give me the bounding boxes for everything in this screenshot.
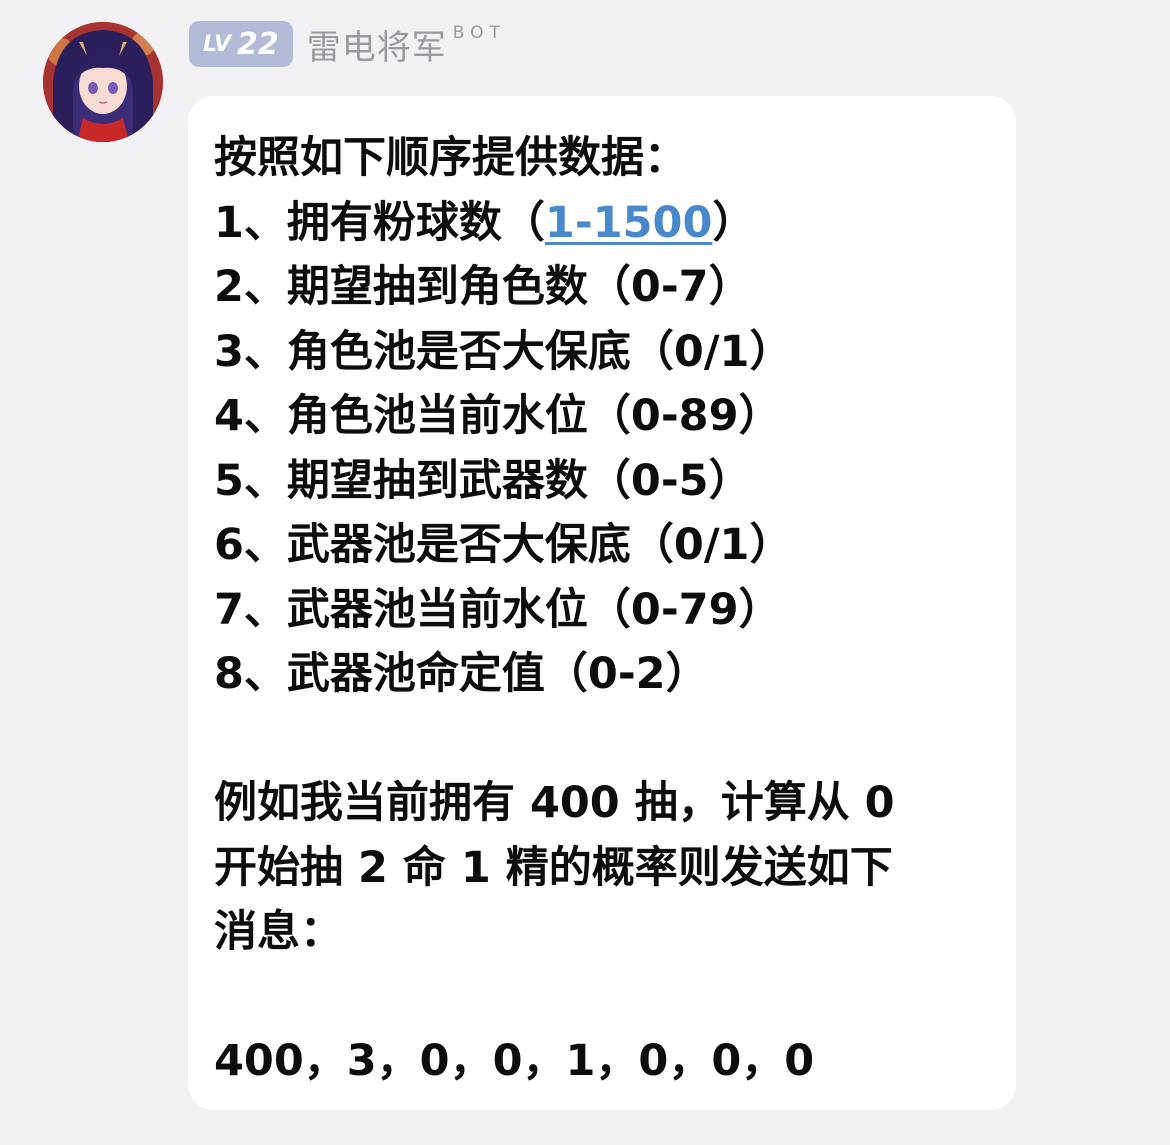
- level-badge: LV 22: [189, 21, 293, 67]
- item1-suffix: ）: [712, 197, 756, 248]
- list-item: 5、期望抽到武器数（0-5）: [214, 455, 752, 506]
- list-item: 7、武器池当前水位（0-79）: [214, 584, 782, 635]
- level-number: 22: [237, 26, 279, 62]
- list-item: 2、期望抽到角色数（0-7）: [214, 262, 752, 312]
- anime-character-avatar-icon: [43, 22, 163, 142]
- example-text-line: 消息：: [214, 907, 343, 957]
- list-item: 6、武器池是否大保底（0/1）: [214, 520, 793, 570]
- list-item: 1、拥有粉球数（1-1500）: [214, 191, 990, 256]
- message-intro: 按照如下顺序提供数据：: [214, 133, 687, 183]
- sender-avatar[interactable]: [43, 22, 163, 142]
- example-text-line: 例如我当前拥有 400 抽，计算从 0: [214, 778, 895, 828]
- level-prefix: LV: [203, 31, 232, 57]
- message-header: LV 22 雷电将军 BOT: [189, 20, 506, 68]
- message-bubble[interactable]: 按照如下顺序提供数据： 1、拥有粉球数（1-1500） 2、期望抽到角色数（0-…: [188, 96, 1016, 1110]
- list-item: 3、角色池是否大保底（0/1）: [214, 326, 793, 377]
- list-item: 4、角色池当前水位（0-89）: [214, 391, 782, 441]
- range-link[interactable]: 1-1500: [545, 198, 712, 248]
- list-item: 8、武器池命定值（0-2）: [214, 649, 709, 699]
- sender-name[interactable]: 雷电将军: [307, 20, 447, 69]
- example-text-line: 开始抽 2 命 1 精的概率则发送如下: [214, 842, 893, 893]
- bot-tag: BOT: [452, 23, 506, 43]
- item1-prefix: 1、拥有粉球数（: [214, 197, 545, 248]
- example-message: 400，3，0，0，1，0，0，0: [214, 1036, 815, 1086]
